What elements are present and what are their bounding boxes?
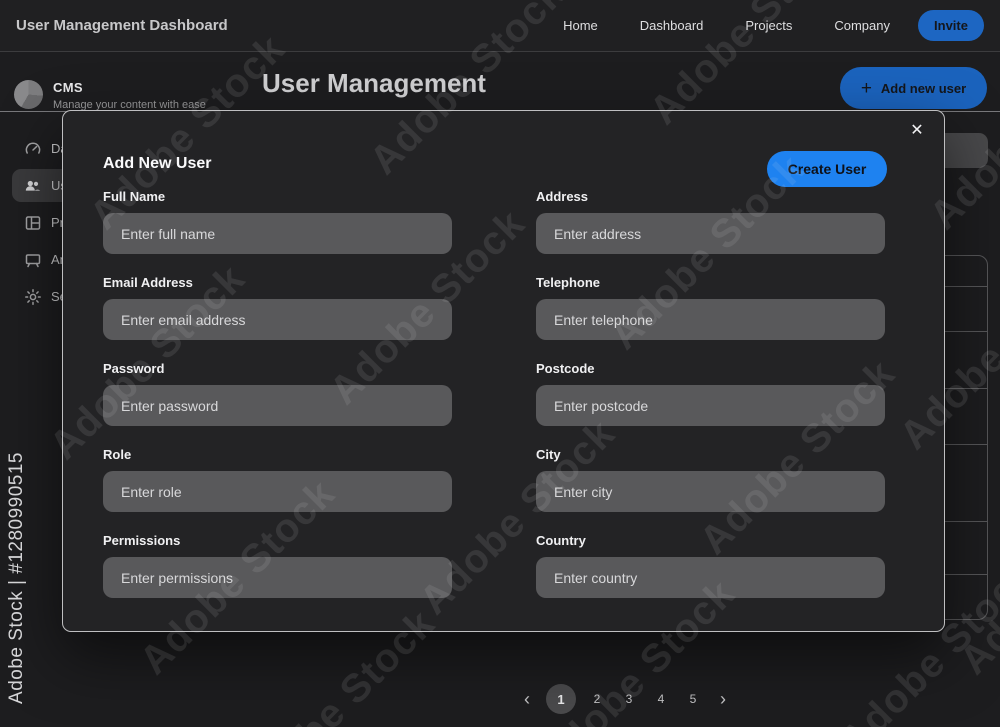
page-title: User Management bbox=[262, 68, 486, 98]
field-label: Country bbox=[536, 533, 586, 548]
field-full-name: Full Name bbox=[103, 189, 452, 254]
gauge-icon bbox=[24, 140, 42, 158]
add-new-user-label: Add new user bbox=[880, 80, 967, 96]
email-input[interactable] bbox=[103, 299, 452, 340]
gear-icon bbox=[24, 288, 42, 306]
brand-avatar bbox=[14, 80, 43, 109]
field-country: Country bbox=[536, 533, 885, 598]
create-user-button[interactable]: Create User bbox=[767, 151, 887, 187]
chevron-right-icon[interactable]: › bbox=[714, 689, 732, 710]
field-role: Role bbox=[103, 447, 452, 512]
grid-icon bbox=[24, 214, 42, 232]
field-city: City bbox=[536, 447, 885, 512]
page-button-3[interactable]: 3 bbox=[618, 688, 640, 710]
country-input[interactable] bbox=[536, 557, 885, 598]
telephone-input[interactable] bbox=[536, 299, 885, 340]
brand-row: CMS Manage your content with ease bbox=[14, 80, 206, 111]
chevron-left-icon[interactable]: ‹ bbox=[518, 689, 536, 710]
page-button-1[interactable]: 1 bbox=[546, 684, 576, 714]
permissions-input[interactable] bbox=[103, 557, 452, 598]
field-label: Full Name bbox=[103, 189, 166, 204]
brand-name: CMS bbox=[53, 80, 83, 95]
field-address: Address bbox=[536, 189, 885, 254]
address-input[interactable] bbox=[536, 213, 885, 254]
field-label: Permissions bbox=[103, 533, 181, 548]
nav-link-projects[interactable]: Projects bbox=[745, 18, 792, 33]
nav-link-company[interactable]: Company bbox=[834, 18, 890, 33]
field-label: Email Address bbox=[103, 275, 193, 290]
form-column-left: Full Name Email Address Password Role Pe… bbox=[103, 189, 452, 619]
add-new-user-button[interactable]: + Add new user bbox=[840, 67, 987, 109]
full-name-input[interactable] bbox=[103, 213, 452, 254]
presentation-board-icon bbox=[24, 251, 42, 269]
field-label: Telephone bbox=[536, 275, 601, 290]
app-title: User Management Dashboard bbox=[16, 17, 228, 34]
close-icon[interactable]: ✕ bbox=[904, 117, 930, 143]
city-input[interactable] bbox=[536, 471, 885, 512]
field-permissions: Permissions bbox=[103, 533, 452, 598]
app-root: User Management Dashboard Home Dashboard… bbox=[0, 0, 1000, 727]
users-icon bbox=[24, 177, 42, 195]
field-label: Password bbox=[103, 361, 165, 376]
page-button-5[interactable]: 5 bbox=[682, 688, 704, 710]
plus-icon: + bbox=[860, 77, 872, 99]
field-label: Role bbox=[103, 447, 132, 462]
pagination: ‹ 1 2 3 4 5 › bbox=[518, 683, 732, 715]
nav-link-home[interactable]: Home bbox=[563, 18, 598, 33]
add-new-user-modal: ✕ Add New User Create User Full Name Ema… bbox=[62, 110, 945, 632]
field-postcode: Postcode bbox=[536, 361, 885, 426]
field-email: Email Address bbox=[103, 275, 452, 340]
field-password: Password bbox=[103, 361, 452, 426]
field-label: Postcode bbox=[536, 361, 595, 376]
nav-link-dashboard[interactable]: Dashboard bbox=[640, 18, 704, 33]
field-label: Address bbox=[536, 189, 589, 204]
modal-title: Add New User bbox=[103, 155, 212, 172]
top-navbar: User Management Dashboard Home Dashboard… bbox=[0, 0, 1000, 52]
form-column-right: Address Telephone Postcode City Country bbox=[536, 189, 885, 619]
page-button-2[interactable]: 2 bbox=[586, 688, 608, 710]
field-label: City bbox=[536, 447, 561, 462]
nav-links: Home Dashboard Projects Company bbox=[563, 18, 890, 33]
password-input[interactable] bbox=[103, 385, 452, 426]
field-telephone: Telephone bbox=[536, 275, 885, 340]
role-input[interactable] bbox=[103, 471, 452, 512]
page-button-4[interactable]: 4 bbox=[650, 688, 672, 710]
postcode-input[interactable] bbox=[536, 385, 885, 426]
invite-button[interactable]: Invite bbox=[918, 10, 984, 41]
